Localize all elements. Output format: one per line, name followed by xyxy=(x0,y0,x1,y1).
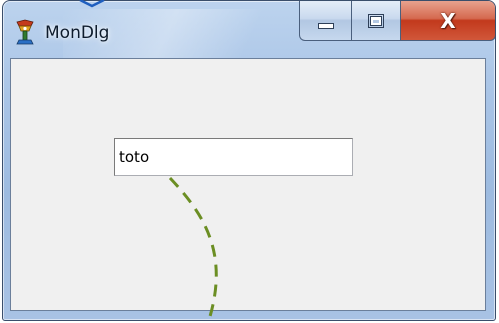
window-title: MonDlg xyxy=(45,23,110,43)
minimize-icon xyxy=(317,22,334,29)
screenshot-stage: MonDlg X xyxy=(0,0,499,323)
text-edit-field[interactable] xyxy=(114,138,353,176)
minimize-button[interactable] xyxy=(299,1,351,41)
dialog-client-area xyxy=(10,58,486,311)
close-icon: X xyxy=(440,8,456,33)
caption-buttons: X xyxy=(299,1,495,41)
maximize-button[interactable] xyxy=(351,1,401,41)
close-button[interactable]: X xyxy=(401,1,495,41)
maximize-icon xyxy=(368,13,384,28)
app-gear-icon[interactable] xyxy=(13,19,37,45)
